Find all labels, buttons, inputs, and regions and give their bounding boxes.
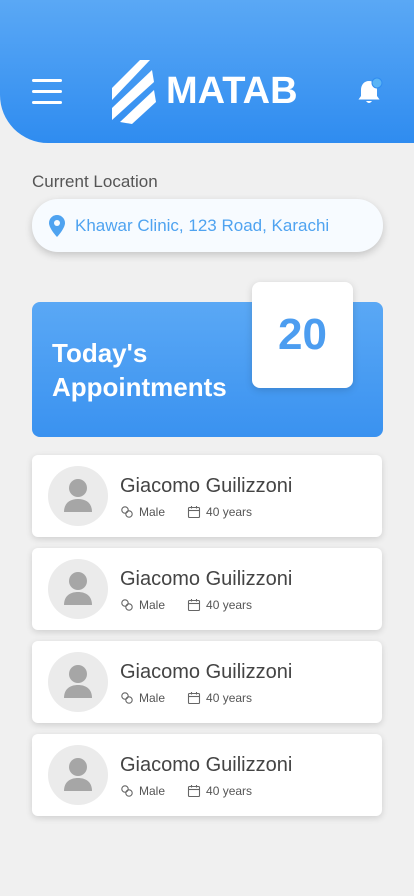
patient-gender: Male — [139, 784, 166, 798]
patient-card[interactable]: Giacomo Guilizzoni Male 40 years — [32, 455, 382, 537]
patient-card[interactable]: Giacomo Guilizzoni Male 40 years — [32, 548, 382, 630]
calendar-icon — [187, 506, 201, 519]
user-silhouette-icon — [64, 758, 92, 791]
logo-mark-icon — [112, 60, 156, 124]
patient-name: Giacomo Guilizzoni — [120, 475, 293, 497]
patient-gender: Male — [139, 505, 166, 519]
patient-age: 40 years — [206, 598, 253, 612]
patient-meta: Male 40 years — [120, 691, 252, 705]
brand-logo: MATAB — [110, 58, 298, 124]
appointments-count-badge: 20 — [252, 282, 353, 388]
appointments-title: Today's Appointments — [52, 338, 227, 402]
brand-name: MATAB — [166, 70, 298, 112]
patient-age: 40 years — [206, 505, 253, 519]
patient-age: 40 years — [206, 784, 253, 798]
gender-icon — [121, 785, 133, 797]
avatar — [48, 466, 108, 526]
gender-icon — [121, 506, 133, 518]
calendar-icon — [187, 785, 201, 798]
patient-card[interactable]: Giacomo Guilizzoni Male 40 years — [32, 641, 382, 723]
calendar-icon — [187, 599, 201, 612]
gender-icon — [121, 599, 133, 611]
patient-gender: Male — [139, 598, 166, 612]
patient-gender: Male — [139, 691, 166, 705]
hamburger-menu-icon[interactable] — [30, 78, 64, 106]
calendar-icon — [187, 692, 201, 705]
patient-meta: Male 40 years — [120, 505, 252, 519]
patient-name: Giacomo Guilizzoni — [120, 754, 293, 776]
avatar — [48, 559, 108, 619]
avatar — [48, 745, 108, 805]
patient-name: Giacomo Guilizzoni — [120, 661, 293, 683]
avatar — [48, 652, 108, 712]
patient-card[interactable]: Giacomo Guilizzoni Male 40 years — [32, 734, 382, 816]
user-silhouette-icon — [64, 479, 92, 512]
gender-icon — [121, 692, 133, 704]
patient-meta: Male 40 years — [120, 784, 252, 798]
patient-age: 40 years — [206, 691, 253, 705]
location-value: Khawar Clinic, 123 Road, Karachi — [75, 215, 330, 235]
user-silhouette-icon — [64, 665, 92, 698]
notification-dot — [371, 77, 383, 89]
map-pin-icon — [49, 214, 65, 237]
notification-bell-icon[interactable] — [355, 76, 385, 106]
patient-meta: Male 40 years — [120, 598, 252, 612]
appointments-count: 20 — [278, 310, 327, 359]
current-location-label: Current Location — [32, 172, 158, 191]
location-selector[interactable]: Khawar Clinic, 123 Road, Karachi — [32, 199, 383, 252]
app-header: MATAB — [0, 0, 414, 143]
patient-name: Giacomo Guilizzoni — [120, 568, 293, 590]
user-silhouette-icon — [64, 572, 92, 605]
